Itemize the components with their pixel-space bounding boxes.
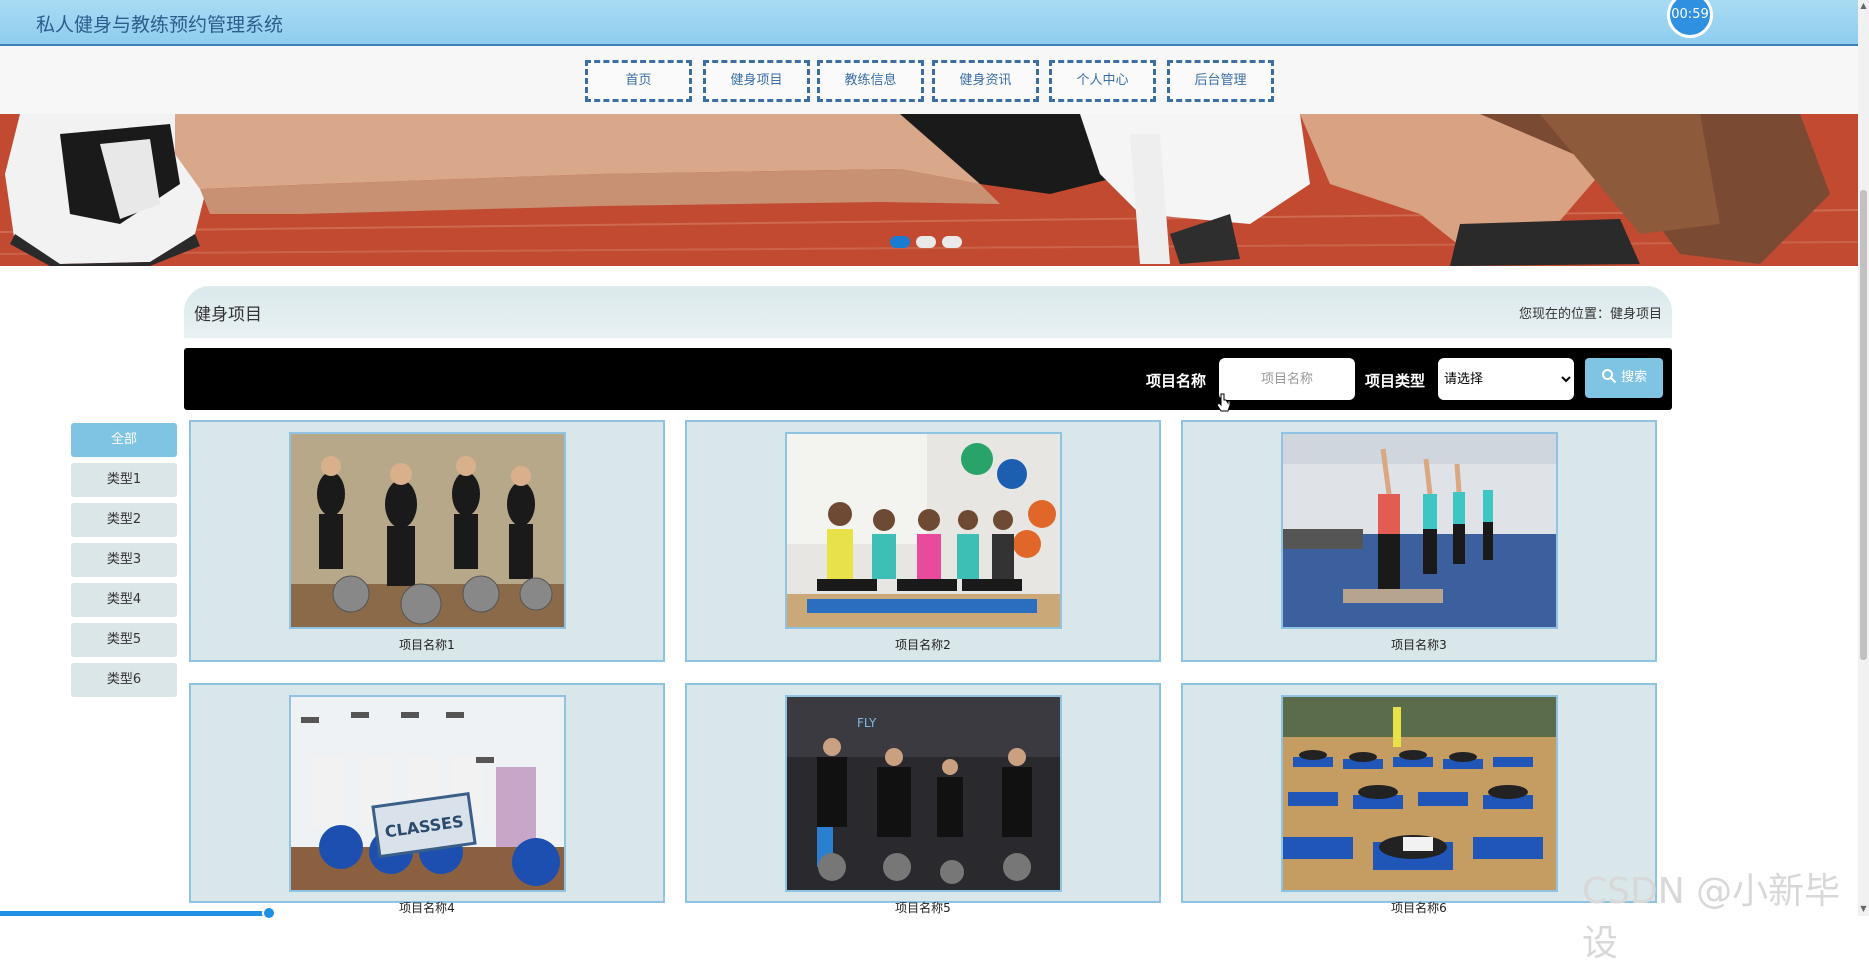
project-name-label: 项目名称 — [1146, 372, 1207, 390]
project-card-3[interactable]: 项目名称3 — [1181, 420, 1657, 662]
project-image-4[interactable]: CLASSES — [289, 695, 566, 892]
project-card-5[interactable]: FLY 项目名称5 — [685, 683, 1161, 915]
csdn-watermark: CSDN @小新毕设 — [1582, 871, 1841, 964]
project-image-3[interactable] — [1281, 432, 1558, 629]
category-type-1[interactable]: 类型1 — [71, 463, 177, 497]
nav-personal-center[interactable]: 个人中心 — [1049, 60, 1156, 102]
project-name-5[interactable]: 项目名称5 — [687, 899, 1159, 916]
carousel-dot-1[interactable] — [890, 236, 910, 248]
search-icon — [1601, 369, 1617, 384]
svg-text:FLY: FLY — [857, 716, 877, 730]
project-name-2[interactable]: 项目名称2 — [687, 636, 1159, 653]
main-nav: 首页 健身项目 教练信息 健身资讯 个人中心 后台管理 — [0, 46, 1858, 114]
project-card-2[interactable]: 项目名称2 — [685, 420, 1161, 662]
bottom-progress-bar — [0, 911, 270, 916]
category-all[interactable]: 全部 — [71, 423, 177, 457]
project-name-3[interactable]: 项目名称3 — [1183, 636, 1655, 653]
project-type-label: 项目类型 — [1365, 372, 1426, 390]
category-type-3[interactable]: 类型3 — [71, 543, 177, 577]
project-image-1[interactable] — [289, 432, 566, 629]
category-type-2[interactable]: 类型2 — [71, 503, 177, 537]
category-type-4[interactable]: 类型4 — [71, 583, 177, 617]
scroll-down-arrow-icon[interactable]: ▼ — [1860, 905, 1867, 913]
scroll-up-arrow-icon[interactable]: ▲ — [1860, 2, 1867, 10]
carousel-dot-2[interactable] — [916, 236, 936, 248]
nav-admin[interactable]: 后台管理 — [1167, 60, 1274, 102]
project-card-4[interactable]: CLASSES 项目名称4 — [189, 683, 665, 915]
carousel-dot-3[interactable] — [942, 236, 962, 248]
nav-coach-info[interactable]: 教练信息 — [817, 60, 924, 102]
mouse-cursor-icon — [1216, 393, 1231, 412]
category-type-5[interactable]: 类型5 — [71, 623, 177, 657]
project-type-select[interactable]: 请选择 — [1438, 358, 1574, 400]
progress-handle[interactable] — [262, 906, 276, 920]
site-title: 私人健身与教练预约管理系统 — [36, 14, 284, 36]
scrollbar-thumb[interactable] — [1860, 190, 1867, 660]
project-card-1[interactable]: 项目名称1 — [189, 420, 665, 662]
project-image-2[interactable] — [785, 432, 1062, 629]
search-bar: 项目名称 项目类型 请选择 搜索 — [184, 348, 1672, 410]
project-image-5[interactable]: FLY — [785, 695, 1062, 892]
project-name-input[interactable] — [1219, 358, 1355, 400]
project-name-1[interactable]: 项目名称1 — [191, 636, 663, 653]
nav-fitness-news[interactable]: 健身资讯 — [932, 60, 1039, 102]
search-button-label: 搜索 — [1621, 370, 1648, 385]
nav-fitness-projects[interactable]: 健身项目 — [703, 60, 810, 102]
section-header: 健身项目 您现在的位置：健身项目 — [184, 286, 1672, 338]
breadcrumb: 您现在的位置：健身项目 — [1518, 307, 1662, 322]
page-title: 健身项目 — [194, 305, 262, 325]
top-header: 私人健身与教练预约管理系统 — [0, 0, 1858, 46]
banner-carousel[interactable] — [0, 114, 1858, 266]
category-type-6[interactable]: 类型6 — [71, 663, 177, 697]
project-image-6[interactable] — [1281, 695, 1558, 892]
search-button[interactable]: 搜索 — [1585, 358, 1663, 398]
nav-home[interactable]: 首页 — [585, 60, 692, 102]
